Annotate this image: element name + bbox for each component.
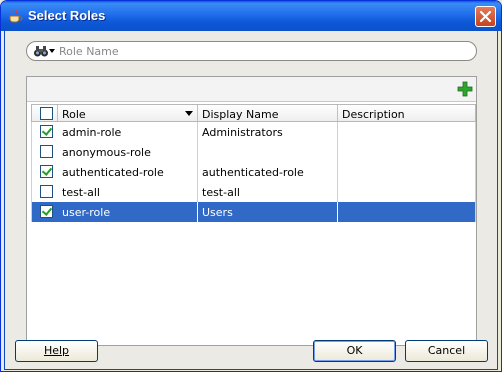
- cancel-button-label: Cancel: [427, 344, 466, 357]
- table-header: Role Display Name Description: [31, 104, 476, 122]
- roles-toolbar: [27, 77, 476, 102]
- select-all-cell: [32, 105, 58, 121]
- table-row[interactable]: anonymous-role: [31, 142, 476, 162]
- binoculars-icon[interactable]: [33, 44, 49, 58]
- title-bar[interactable]: Select Roles: [1, 1, 501, 31]
- select-all-checkbox[interactable]: [40, 107, 53, 120]
- table-row[interactable]: user-role Users: [31, 202, 476, 222]
- display-name-cell: test-all: [198, 182, 338, 202]
- help-button-label: Help: [43, 344, 70, 357]
- description-cell: [338, 182, 477, 202]
- roles-table: Role Display Name Description admin-role…: [31, 104, 476, 222]
- role-cell: admin-role: [58, 122, 198, 142]
- sort-descending-icon: [185, 111, 193, 116]
- row-checkbox[interactable]: [40, 145, 53, 158]
- help-button[interactable]: Help: [15, 340, 98, 362]
- description-cell: [338, 202, 477, 222]
- display-name-cell: Users: [198, 202, 338, 222]
- search-input[interactable]: [57, 43, 457, 59]
- plus-icon[interactable]: [457, 81, 473, 97]
- ok-button-label: OK: [346, 344, 363, 357]
- column-header-label: Description: [342, 108, 405, 121]
- role-cell: user-role: [58, 202, 198, 222]
- dialog-body: Role Display Name Description admin-role…: [4, 31, 498, 370]
- row-checkbox[interactable]: [40, 205, 53, 218]
- role-cell: test-all: [58, 182, 198, 202]
- description-cell: [338, 142, 477, 162]
- column-header-label: Display Name: [202, 108, 279, 121]
- column-header-label: Role: [62, 108, 86, 121]
- roles-panel: Role Display Name Description admin-role…: [26, 76, 477, 346]
- dialog-title: Select Roles: [28, 8, 106, 23]
- display-name-cell: Administrators: [198, 122, 338, 142]
- column-header-description[interactable]: Description: [338, 105, 477, 121]
- row-checkbox[interactable]: [40, 165, 53, 178]
- table-row[interactable]: admin-role Administrators: [31, 122, 476, 142]
- description-cell: [338, 162, 477, 182]
- close-button[interactable]: [475, 6, 496, 27]
- chevron-down-icon[interactable]: [49, 49, 55, 53]
- role-cell: authenticated-role: [58, 162, 198, 182]
- display-name-cell: [198, 142, 338, 162]
- row-checkbox[interactable]: [40, 185, 53, 198]
- description-cell: [338, 122, 477, 142]
- ok-button[interactable]: OK: [313, 340, 396, 362]
- search-box[interactable]: [26, 41, 477, 61]
- close-icon: [479, 10, 492, 23]
- display-name-cell: authenticated-role: [198, 162, 338, 182]
- table-row[interactable]: test-all test-all: [31, 182, 476, 202]
- cancel-button[interactable]: Cancel: [405, 340, 488, 362]
- table-row[interactable]: authenticated-role authenticated-role: [31, 162, 476, 182]
- column-header-role[interactable]: Role: [58, 105, 198, 121]
- role-cell: anonymous-role: [58, 142, 198, 162]
- row-checkbox[interactable]: [40, 125, 53, 138]
- cup-icon: [9, 9, 23, 23]
- select-roles-dialog: Select Roles Role Name Role Display Name…: [0, 0, 502, 372]
- column-header-display-name[interactable]: Display Name: [198, 105, 338, 121]
